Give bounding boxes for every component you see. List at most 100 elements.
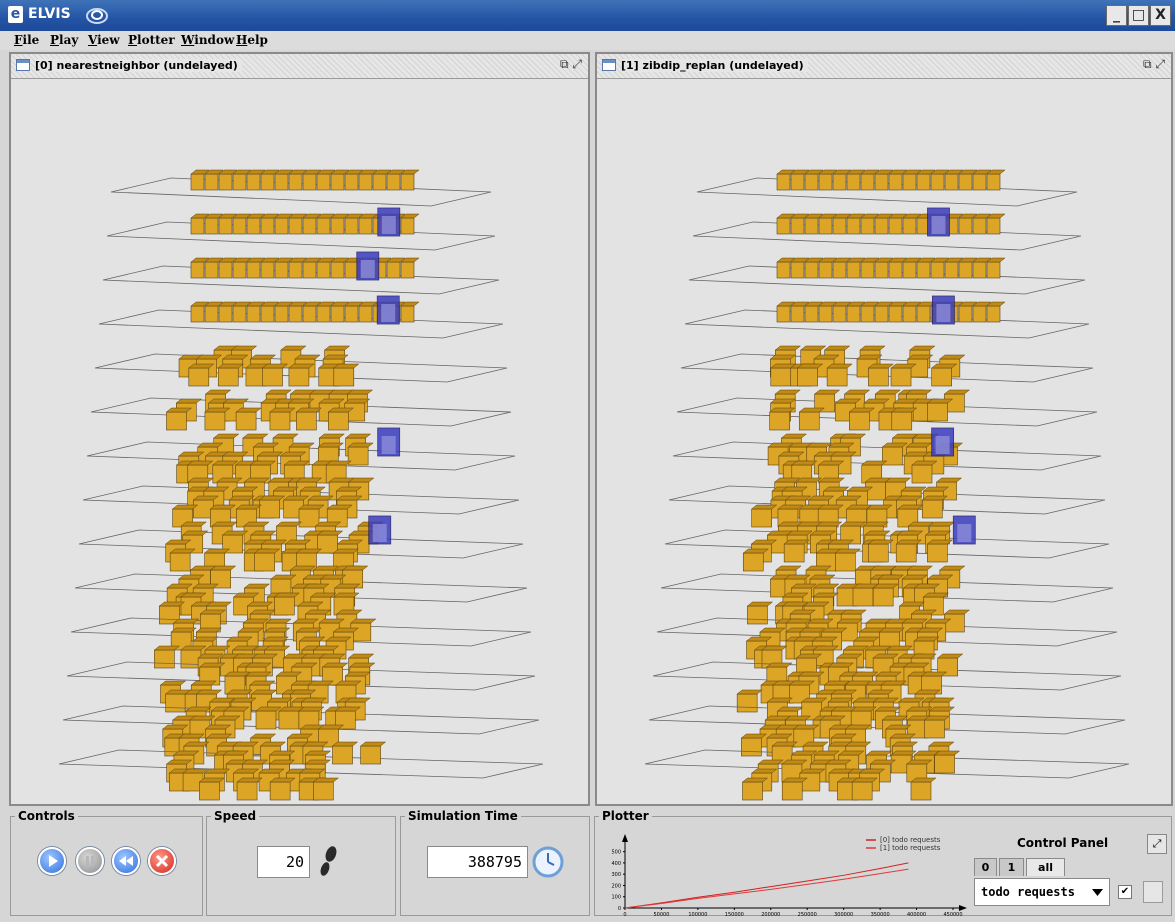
building-visualization-1[interactable] — [599, 80, 1169, 802]
maximize-button[interactable]: □ — [1128, 5, 1149, 26]
pause-button[interactable] — [76, 847, 104, 875]
elevator-box — [846, 217, 861, 235]
building-visualization-0[interactable] — [13, 80, 586, 802]
floor-4 — [684, 295, 1090, 339]
plot-visible-checkbox[interactable]: ✔ — [1118, 885, 1132, 899]
elevator-box — [259, 499, 280, 519]
elevator-box — [217, 367, 239, 387]
tab-0[interactable]: 0 — [974, 858, 997, 876]
elevator-box — [860, 173, 875, 191]
y-tick-label: 300 — [611, 872, 621, 878]
elevator-box — [846, 261, 861, 279]
elevator-box — [347, 446, 369, 466]
elevator-box — [236, 781, 258, 801]
floor-6 — [676, 389, 1098, 431]
elevator-box — [924, 719, 945, 739]
elevator-box — [218, 173, 233, 191]
play-button[interactable] — [38, 847, 66, 875]
menu-help[interactable]: Help — [236, 33, 268, 47]
elevator-box — [260, 305, 275, 323]
simulation-time-label: Simulation Time — [405, 809, 521, 823]
rewind-button[interactable] — [112, 847, 140, 875]
tab-1[interactable]: 1 — [999, 858, 1024, 876]
elevator-box — [790, 261, 805, 279]
frame-titlebar[interactable]: [0] nearestneighbor (undelayed) ⧉ ⤢ — [11, 54, 588, 79]
elevator-box — [958, 217, 973, 235]
elevator-box — [972, 261, 987, 279]
elevator-box — [958, 173, 973, 191]
elevator-box — [204, 217, 219, 235]
x-axis-arrow — [959, 905, 967, 911]
detach-icon[interactable]: ⤢ — [1147, 834, 1167, 854]
y-tick-label: 100 — [611, 895, 621, 901]
elevator-box — [888, 261, 903, 279]
elevator-box — [790, 305, 805, 323]
elevator-box — [742, 781, 763, 801]
plotter-chart: 0 50000 100000 150000 200000 250000 300000 3500… — [611, 834, 967, 916]
elevator-box — [736, 693, 758, 713]
elevator-box — [254, 552, 275, 572]
frame-titlebar[interactable]: [1] zibdip_replan (undelayed) ⧉ ⤢ — [597, 54, 1171, 79]
simulation-frame-0[interactable]: [0] nearestneighbor (undelayed) ⧉ ⤢ — [9, 52, 590, 806]
x-tick-label: 0 — [623, 912, 626, 916]
stop-button[interactable] — [148, 847, 176, 875]
frame-window-icon — [16, 59, 30, 71]
speed-label: Speed — [211, 809, 260, 823]
elevator-box — [328, 411, 349, 431]
elevator-box — [902, 217, 917, 235]
elevator-box — [358, 305, 373, 323]
floor-5 — [94, 345, 508, 387]
elevator-box — [313, 781, 334, 801]
elevator-box — [288, 173, 303, 191]
series-line-0 — [624, 862, 909, 909]
plot-variable-select[interactable]: todo requests — [974, 878, 1110, 906]
elevator-box — [358, 173, 373, 191]
menu-play[interactable]: Play — [50, 33, 78, 47]
floor-2 — [106, 207, 496, 251]
menu-plotter[interactable]: Plotter — [128, 33, 175, 47]
elevator-box — [890, 367, 912, 387]
x-tick-label: 400000 — [907, 912, 926, 916]
elevator-box — [851, 781, 873, 801]
elevator-box — [262, 367, 283, 387]
elevator-box — [269, 411, 291, 431]
elevator-box — [852, 587, 874, 607]
elevator-box — [372, 173, 387, 191]
tab-all[interactable]: all — [1026, 858, 1065, 876]
x-tick-label: 200000 — [761, 912, 780, 916]
elevator-box — [350, 622, 372, 642]
menu-window[interactable]: Window — [181, 33, 234, 47]
elevator-box — [218, 217, 233, 235]
elevator-box — [274, 261, 289, 279]
elevator-box — [199, 781, 220, 801]
elevator-box — [902, 173, 917, 191]
elevator-box — [741, 737, 762, 757]
pause-icon — [86, 856, 94, 866]
floor-10 — [660, 565, 1114, 625]
color-swatch[interactable] — [1143, 881, 1163, 903]
frame-resize-icon[interactable]: ⧉ ⤢ — [1143, 57, 1165, 72]
elevator-box — [166, 411, 187, 431]
elevator-box — [860, 305, 875, 323]
elevator-box — [874, 261, 889, 279]
elevator-box — [330, 261, 345, 279]
y-tick-label: 500 — [611, 850, 621, 856]
elevator-box — [818, 261, 833, 279]
close-button[interactable]: X — [1150, 5, 1171, 26]
elevator-box — [804, 261, 819, 279]
menu-view[interactable]: View — [88, 33, 120, 47]
speed-input[interactable]: 20 — [257, 846, 310, 878]
minimize-button[interactable]: _ — [1106, 5, 1127, 26]
elevator-box — [986, 173, 1001, 191]
elevator-box — [874, 305, 889, 323]
elevator-box — [260, 217, 275, 235]
menu-file[interactable]: File — [14, 33, 39, 47]
elevator-box — [260, 261, 275, 279]
frame-resize-icon[interactable]: ⧉ ⤢ — [560, 57, 582, 72]
simulation-frame-1[interactable]: [1] zibdip_replan (undelayed) ⧉ ⤢ — [595, 52, 1173, 806]
floor-7 — [672, 427, 1102, 484]
elevator-box — [895, 543, 917, 563]
elevator-box — [916, 173, 931, 191]
elevator-box — [832, 261, 847, 279]
elevator-box — [798, 411, 820, 431]
